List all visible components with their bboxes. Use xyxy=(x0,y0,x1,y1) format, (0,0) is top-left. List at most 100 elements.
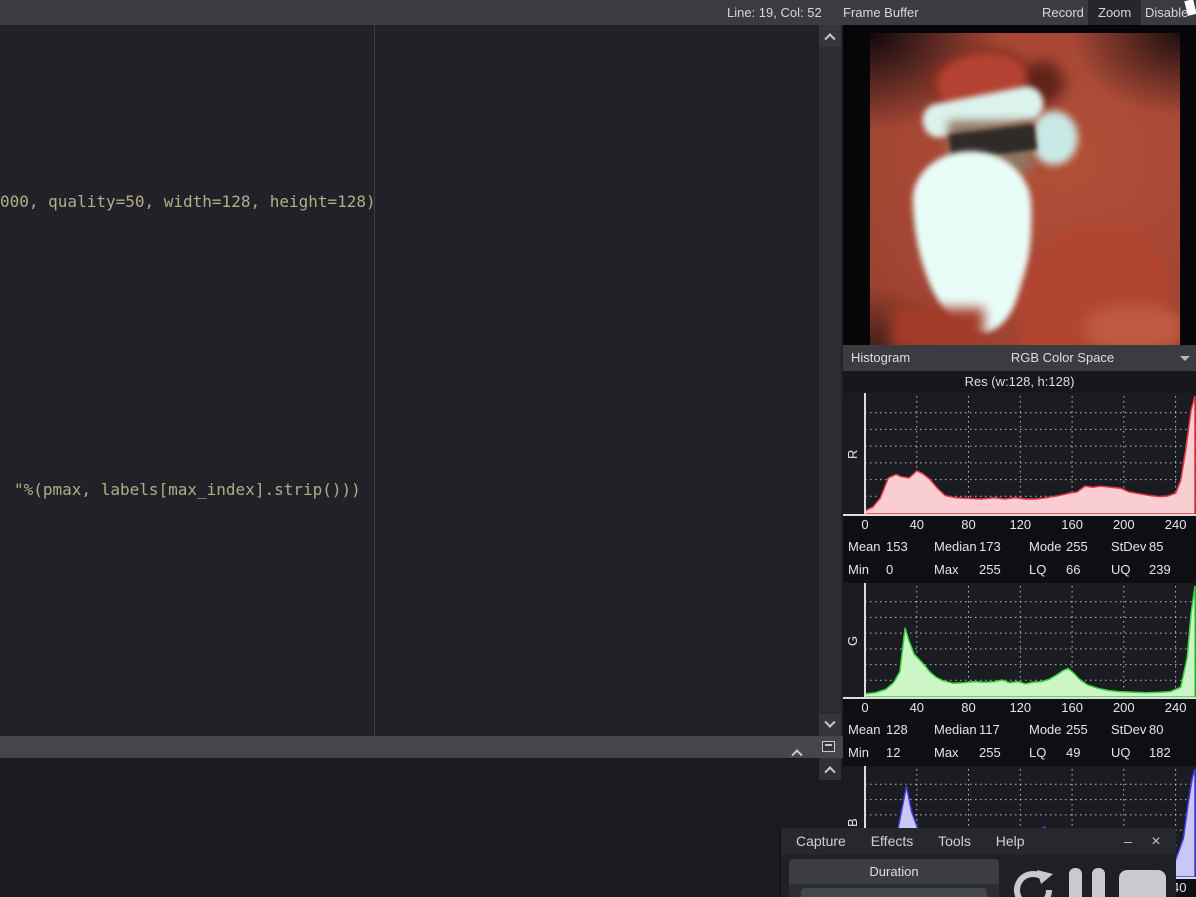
menu-effects[interactable]: Effects xyxy=(865,828,920,855)
x-tick-label: 240 xyxy=(1164,700,1187,715)
stat-value: 12 xyxy=(886,745,901,760)
capture-tool-window: Capture Effects Tools Help – × Duration xyxy=(780,828,1176,897)
histogram-title: Histogram xyxy=(851,350,911,365)
menu-help[interactable]: Help xyxy=(990,828,1031,855)
santa-hair-puff xyxy=(1030,111,1078,165)
stat-label: Min xyxy=(848,745,869,760)
stat-value: 255 xyxy=(979,745,1001,760)
frame-buffer-title: Frame Buffer xyxy=(843,5,919,20)
chevron-down-icon xyxy=(824,716,836,728)
stat-value: 0 xyxy=(886,562,894,577)
channel-label-r: R xyxy=(845,449,860,460)
stat-value: 153 xyxy=(886,539,908,554)
stat-value: 66 xyxy=(1066,562,1081,577)
stat-label: UQ xyxy=(1111,745,1131,760)
window-menubar: Capture Effects Tools Help – × xyxy=(781,828,1176,855)
panel-splitter[interactable] xyxy=(0,736,843,761)
circular-arrow-icon xyxy=(1014,870,1053,897)
stat-value: 117 xyxy=(979,722,1000,737)
x-tick-label: 0 xyxy=(861,517,869,532)
x-tick-label: 80 xyxy=(961,517,976,532)
color-space-dropdown[interactable]: RGB Color Space xyxy=(933,345,1192,371)
stat-label: Min xyxy=(848,562,869,577)
scroll-down-button[interactable] xyxy=(819,714,841,736)
stat-label: LQ xyxy=(1029,745,1047,760)
scroll-up-button[interactable] xyxy=(819,25,841,47)
stat-label: Median xyxy=(934,539,977,554)
stat-label: Mode xyxy=(1029,539,1062,554)
reset-button[interactable] xyxy=(1009,866,1057,897)
panel-restore-icon[interactable] xyxy=(822,741,835,752)
histogram-plot-red xyxy=(843,393,1196,516)
stat-value: 255 xyxy=(1066,722,1088,737)
stat-label: Max xyxy=(934,745,959,760)
stats-row: Min 0 Max 255 LQ 66 UQ 239 xyxy=(843,558,1196,581)
top-status-bar: Line: 19, Col: 52 Frame Buffer Record Zo… xyxy=(0,0,1196,25)
x-tick-label: 200 xyxy=(1112,517,1135,532)
stats-red: Mean 153 Median 173 Mode 255 StDev 85 Min 0 Max 255… xyxy=(843,535,1196,581)
code-editor[interactable]: 000, quality=50, width=128, height=128) … xyxy=(0,25,843,736)
close-button[interactable]: × xyxy=(1147,828,1165,855)
stat-value: 182 xyxy=(1149,745,1171,760)
frame-buffer-image xyxy=(843,25,1196,345)
resolution-label: Res (w:128, h:128) xyxy=(843,371,1196,393)
stat-label: Mean xyxy=(848,539,881,554)
santa-arm xyxy=(1085,305,1180,345)
scroll-up-button[interactable] xyxy=(819,758,841,780)
stat-label: StDev xyxy=(1111,539,1147,554)
stat-label: StDev xyxy=(1111,722,1147,737)
histogram-header: Histogram RGB Color Space xyxy=(843,345,1196,371)
stop-button[interactable] xyxy=(1119,870,1166,897)
menu-tools[interactable]: Tools xyxy=(932,828,977,855)
stats-row: Min 12 Max 255 LQ 49 UQ 182 xyxy=(843,741,1196,764)
channel-label-g: G xyxy=(845,635,860,647)
duration-input[interactable] xyxy=(801,888,987,897)
chevron-up-icon xyxy=(824,33,836,45)
stat-value: 85 xyxy=(1149,539,1164,554)
code-line: "%(pmax, labels[max_index].strip())) xyxy=(14,480,361,499)
output-panel[interactable] xyxy=(0,758,843,897)
editor-scrollbar[interactable] xyxy=(819,47,841,714)
pause-icon xyxy=(1069,868,1082,897)
stat-label: UQ xyxy=(1111,562,1131,577)
stats-row: Mean 153 Median 173 Mode 255 StDev 85 xyxy=(843,535,1196,558)
stat-value: 255 xyxy=(979,562,1001,577)
stat-value: 80 xyxy=(1149,722,1164,737)
code-line: 000, quality=50, width=128, height=128) xyxy=(0,192,376,211)
x-tick-label: 200 xyxy=(1112,700,1135,715)
x-tick-label: 240 xyxy=(1164,517,1187,532)
x-axis-ticks-green: 0 40 80 120 160 200 240 xyxy=(843,700,1196,716)
stat-value: 239 xyxy=(1149,562,1171,577)
record-button[interactable]: Record xyxy=(1032,0,1094,25)
histogram-plot-green xyxy=(843,583,1196,699)
santa-suit-left xyxy=(892,308,984,345)
collapse-panel-button[interactable] xyxy=(791,743,803,761)
stat-value: 128 xyxy=(886,722,908,737)
stat-label: Mean xyxy=(848,722,881,737)
duration-label: Duration xyxy=(789,859,999,884)
x-tick-label: 120 xyxy=(1009,517,1032,532)
video-frame-photo xyxy=(870,33,1180,345)
x-tick-label: 40 xyxy=(909,517,925,532)
x-tick-label: 160 xyxy=(1061,517,1083,532)
line-col-indicator: Line: 19, Col: 52 xyxy=(727,5,822,20)
menu-capture[interactable]: Capture xyxy=(790,828,852,855)
minimize-button[interactable]: – xyxy=(1119,828,1137,855)
zoom-button[interactable]: Zoom xyxy=(1088,0,1142,25)
stat-label: Mode xyxy=(1029,722,1062,737)
stat-value: 49 xyxy=(1066,745,1081,760)
x-tick-label: 0 xyxy=(861,700,869,715)
stat-value: 173 xyxy=(979,539,1001,554)
stat-label: Max xyxy=(934,562,959,577)
x-tick-label: 160 xyxy=(1061,700,1083,715)
stat-value: 255 xyxy=(1066,539,1088,554)
pause-button[interactable] xyxy=(1069,868,1119,897)
stats-green: Mean 128 Median 117 Mode 255 StDev 80 Min 12 Max 25… xyxy=(843,718,1196,764)
stats-row: Mean 128 Median 117 Mode 255 StDev 80 xyxy=(843,718,1196,741)
chevron-up-icon xyxy=(791,749,803,761)
editor-ruler-line xyxy=(374,25,375,736)
stat-label: LQ xyxy=(1029,562,1047,577)
pause-icon xyxy=(1092,868,1105,897)
x-tick-label: 80 xyxy=(961,700,976,715)
frame-buffer-panel: Histogram RGB Color Space Res (w:128, h:… xyxy=(843,25,1196,897)
